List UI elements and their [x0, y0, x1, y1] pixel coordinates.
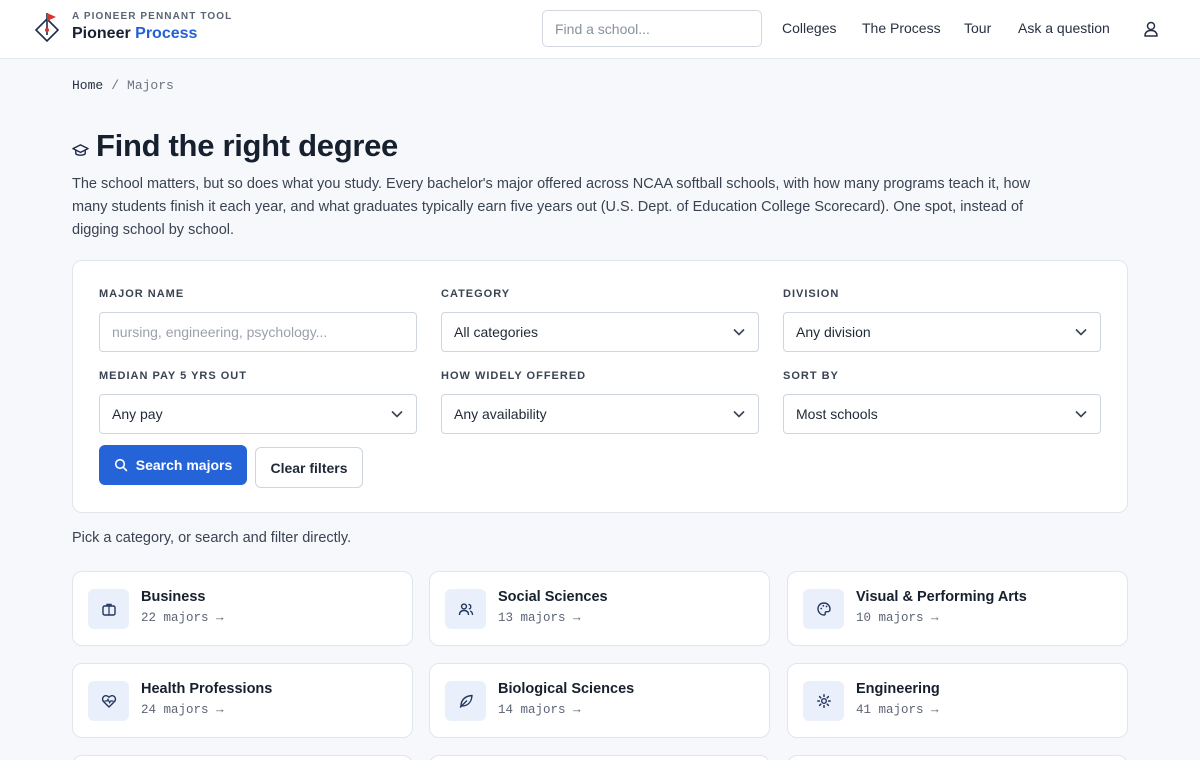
- availability-filter: HOW WIDELY OFFERED Any availability: [441, 370, 759, 434]
- breadcrumb-home[interactable]: Home: [72, 78, 103, 93]
- category-icon-box: [445, 681, 486, 721]
- category-card-partial[interactable]: [787, 755, 1128, 760]
- division-select[interactable]: Any division: [783, 312, 1101, 352]
- category-icon-box: [445, 589, 486, 629]
- median-pay-label: MEDIAN PAY 5 YRS OUT: [99, 370, 247, 382]
- page-title: Find the right degree: [96, 128, 398, 163]
- breadcrumb-current: Majors: [127, 78, 174, 93]
- category-card-health-professions[interactable]: Health Professions 24 majors →: [72, 663, 413, 738]
- category-icon-box: [88, 681, 129, 721]
- category-card-visual-performing-arts[interactable]: Visual & Performing Arts 10 majors →: [787, 571, 1128, 646]
- median-pay-select[interactable]: Any pay: [99, 394, 417, 434]
- graduation-cap-icon: [72, 143, 89, 156]
- breadcrumb-separator: /: [111, 78, 120, 93]
- sort-filter: SORT BY Most schools: [783, 370, 1101, 434]
- palette-icon: [816, 602, 831, 616]
- median-pay-filter: MEDIAN PAY 5 YRS OUT Any pay: [99, 370, 417, 434]
- pick-category-hint: Pick a category, or search and filter di…: [72, 530, 352, 546]
- search-majors-button[interactable]: Search majors: [99, 445, 247, 485]
- division-filter: DIVISION Any division: [783, 288, 1101, 352]
- category-icon-box: [803, 589, 844, 629]
- gear-icon: [816, 694, 831, 708]
- sort-value: Most schools: [796, 406, 878, 422]
- category-card-business[interactable]: Business 22 majors →: [72, 571, 413, 646]
- category-icon-box: [803, 681, 844, 721]
- category-count: 13 majors →: [498, 611, 581, 625]
- category-select[interactable]: All categories: [441, 312, 759, 352]
- top-bar: A PIONEER PENNANT TOOL Pioneer Process C…: [0, 0, 1200, 59]
- nav-colleges[interactable]: Colleges: [782, 20, 836, 36]
- availability-label: HOW WIDELY OFFERED: [441, 370, 587, 382]
- users-icon: [458, 603, 473, 616]
- nav-tour[interactable]: Tour: [964, 20, 991, 36]
- category-card-engineering[interactable]: Engineering 41 majors →: [787, 663, 1128, 738]
- category-name: Social Sciences: [498, 589, 608, 605]
- title-row: Find the right degree: [72, 128, 398, 164]
- category-card-partial[interactable]: [429, 755, 770, 760]
- availability-value: Any availability: [454, 406, 547, 422]
- category-count: 14 majors →: [498, 703, 581, 717]
- user-icon[interactable]: [1142, 20, 1160, 38]
- category-name: Biological Sciences: [498, 681, 635, 697]
- school-search-input[interactable]: [542, 10, 762, 47]
- chevron-down-icon: [391, 410, 403, 418]
- brand[interactable]: A PIONEER PENNANT TOOL Pioneer Process: [34, 11, 232, 45]
- leaf-icon: [459, 694, 473, 708]
- category-card-partial[interactable]: [72, 755, 413, 760]
- availability-select[interactable]: Any availability: [441, 394, 759, 434]
- category-count: 22 majors →: [141, 611, 224, 625]
- clear-filters-button[interactable]: Clear filters: [255, 447, 363, 488]
- brand-name-main: Pioneer: [72, 25, 131, 42]
- category-count: 24 majors →: [141, 703, 224, 717]
- category-name: Visual & Performing Arts: [856, 589, 1027, 605]
- breadcrumb: Home / Majors: [72, 78, 174, 93]
- chevron-down-icon: [733, 410, 745, 418]
- division-value: Any division: [796, 324, 871, 340]
- category-name: Engineering: [856, 681, 940, 697]
- pennant-logo-icon: [34, 13, 60, 43]
- sort-label: SORT BY: [783, 370, 839, 382]
- nav-ask-a-question[interactable]: Ask a question: [1018, 20, 1110, 36]
- brand-eyebrow: A PIONEER PENNANT TOOL: [72, 11, 233, 22]
- category-count: 10 majors →: [856, 611, 939, 625]
- search-majors-label: Search majors: [135, 457, 233, 473]
- chevron-down-icon: [733, 328, 745, 336]
- sort-select[interactable]: Most schools: [783, 394, 1101, 434]
- chevron-down-icon: [1075, 410, 1087, 418]
- brand-name: Pioneer Process: [72, 23, 232, 45]
- briefcase-icon: [101, 603, 116, 616]
- page-intro: The school matters, but so does what you…: [72, 176, 1031, 238]
- category-name: Health Professions: [141, 681, 273, 697]
- brand-name-accent: Process: [135, 25, 198, 42]
- category-name: Business: [141, 589, 206, 605]
- major-name-input[interactable]: nursing, engineering, psychology...: [99, 312, 417, 352]
- filter-panel: MAJOR NAME nursing, engineering, psychol…: [72, 260, 1128, 513]
- category-card-biological-sciences[interactable]: Biological Sciences 14 majors →: [429, 663, 770, 738]
- heart-pulse-icon: [101, 694, 116, 708]
- major-name-filter: MAJOR NAME nursing, engineering, psychol…: [99, 288, 417, 352]
- category-card-social-sciences[interactable]: Social Sciences 13 majors →: [429, 571, 770, 646]
- nav-the-process[interactable]: The Process: [862, 20, 941, 36]
- category-label: CATEGORY: [441, 288, 511, 300]
- search-icon: [114, 458, 128, 472]
- major-name-placeholder: nursing, engineering, psychology...: [112, 324, 328, 340]
- category-count: 41 majors →: [856, 703, 939, 717]
- category-icon-box: [88, 589, 129, 629]
- major-name-label: MAJOR NAME: [99, 288, 185, 300]
- category-value: All categories: [454, 324, 539, 340]
- division-label: DIVISION: [783, 288, 840, 300]
- chevron-down-icon: [1075, 328, 1087, 336]
- median-pay-value: Any pay: [112, 406, 163, 422]
- category-filter: CATEGORY All categories: [441, 288, 759, 352]
